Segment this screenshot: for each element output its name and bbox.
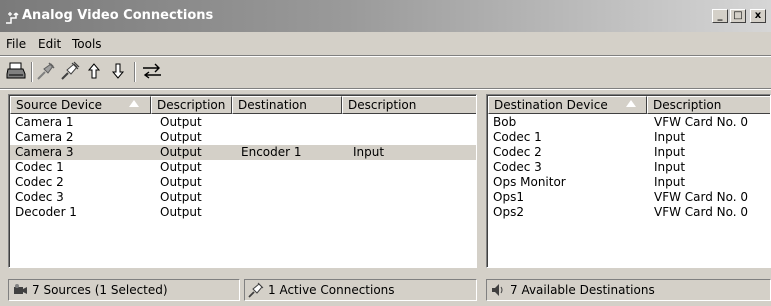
status-destinations: 7 Available Destinations	[486, 279, 771, 301]
status-bar: 7 Sources (1 Selected) 1 Active Connecti…	[0, 279, 771, 303]
print-icon	[6, 62, 26, 79]
destination-cell: Codec 1	[493, 130, 542, 144]
column-header-destination[interactable]: Destination	[232, 96, 342, 114]
disconnect-button[interactable]	[34, 59, 58, 83]
move-up-icon	[87, 63, 101, 79]
menu-edit[interactable]: Edit	[38, 37, 61, 51]
move-down-button[interactable]	[106, 59, 130, 83]
destination-cell: Input	[654, 130, 686, 144]
destination-cell: VFW Card No. 0	[654, 190, 749, 204]
swap-button[interactable]	[140, 59, 164, 83]
move-up-button[interactable]	[82, 59, 106, 83]
source-row[interactable]: Codec 2 Output	[10, 175, 476, 190]
source-row[interactable]: Camera 2 Output	[10, 130, 476, 145]
destination-cell: VFW Card No. 0	[654, 205, 749, 219]
source-row[interactable]: Codec 3 Output	[10, 190, 476, 205]
print-button[interactable]	[4, 59, 28, 83]
source-row[interactable]: Camera 3 Output Encoder 1 Input	[10, 145, 476, 160]
source-cell: Camera 2	[15, 130, 74, 144]
source-cell: Output	[160, 205, 202, 219]
status-destinations-text: 7 Available Destinations	[510, 283, 655, 297]
connect-icon	[248, 282, 264, 298]
destination-row[interactable]: Ops2 VFW Card No. 0	[488, 205, 770, 220]
maximize-button[interactable]: □	[730, 9, 746, 23]
toolbar-separator	[134, 62, 136, 82]
source-cell: Camera 1	[15, 115, 74, 129]
destination-cell: Ops2	[493, 205, 524, 219]
source-cell: Codec 2	[15, 175, 64, 189]
connect-icon	[61, 61, 80, 80]
destination-row[interactable]: Bob VFW Card No. 0	[488, 115, 770, 130]
source-list[interactable]: Source Device Description Destination De…	[8, 94, 477, 268]
destination-cell: Input	[654, 145, 686, 159]
destination-row[interactable]: Codec 1 Input	[488, 130, 770, 145]
disconnect-icon	[37, 62, 55, 80]
source-cell: Output	[160, 130, 202, 144]
window-title: Analog Video Connections	[22, 8, 214, 23]
source-cell: Decoder 1	[15, 205, 77, 219]
destination-row[interactable]: Ops Monitor Input	[488, 175, 770, 190]
source-cell: Encoder 1	[241, 145, 302, 159]
menu-bar: File Edit Tools	[0, 34, 771, 54]
status-sources: 7 Sources (1 Selected)	[8, 279, 240, 301]
column-header-label: Destination Device	[494, 98, 608, 112]
column-header-description[interactable]: Description	[647, 96, 770, 114]
status-sources-text: 7 Sources (1 Selected)	[32, 283, 168, 297]
source-cell: Input	[353, 145, 385, 159]
source-cell: Output	[160, 190, 202, 204]
status-connections: 1 Active Connections	[244, 279, 477, 301]
source-row[interactable]: Decoder 1 Output	[10, 205, 476, 220]
source-cell: Output	[160, 160, 202, 174]
source-row[interactable]: Codec 1 Output	[10, 160, 476, 175]
column-header-destination-device[interactable]: Destination Device	[488, 96, 647, 114]
close-button[interactable]: x	[750, 9, 766, 23]
speaker-icon	[492, 284, 503, 296]
destination-list[interactable]: Destination Device Description Bob VFW Ca…	[486, 94, 771, 268]
source-cell: Output	[160, 175, 202, 189]
column-header-description-2[interactable]: Description	[342, 96, 476, 114]
source-cell: Codec 3	[15, 190, 64, 204]
status-connections-text: 1 Active Connections	[268, 283, 395, 297]
destination-row[interactable]: Ops1 VFW Card No. 0	[488, 190, 770, 205]
destination-cell: Input	[654, 160, 686, 174]
connect-button[interactable]	[58, 59, 82, 83]
source-cell: Camera 3	[15, 145, 74, 159]
toolbar	[0, 56, 771, 86]
destination-cell: Codec 2	[493, 145, 542, 159]
destination-row[interactable]: Codec 3 Input	[488, 160, 770, 175]
move-down-icon	[111, 63, 125, 79]
column-header-label: Source Device	[16, 98, 103, 112]
toolbar-separator-line	[0, 88, 771, 90]
destination-cell: Input	[654, 175, 686, 189]
source-cell: Output	[160, 115, 202, 129]
destination-cell: Codec 3	[493, 160, 542, 174]
minimize-button[interactable]: _	[712, 9, 728, 23]
toolbar-separator	[31, 62, 33, 82]
sort-ascending-icon	[626, 100, 636, 107]
column-header-description[interactable]: Description	[151, 96, 232, 114]
connection-app-icon	[6, 12, 19, 24]
destination-row[interactable]: Codec 2 Input	[488, 145, 770, 160]
destination-cell: Ops Monitor	[493, 175, 566, 189]
destination-cell: Bob	[493, 115, 517, 129]
camera-icon	[14, 284, 27, 294]
destination-cell: Ops1	[493, 190, 524, 204]
source-row[interactable]: Camera 1 Output	[10, 115, 476, 130]
swap-icon	[143, 63, 161, 79]
menu-tools[interactable]: Tools	[72, 37, 102, 51]
column-header-source-device[interactable]: Source Device	[10, 96, 151, 114]
source-cell: Output	[160, 145, 202, 159]
sort-ascending-icon	[129, 100, 139, 107]
title-bar[interactable]: Analog Video Connections _ □ x	[0, 0, 771, 32]
source-cell: Codec 1	[15, 160, 64, 174]
destination-cell: VFW Card No. 0	[654, 115, 749, 129]
menu-file[interactable]: File	[6, 37, 26, 51]
